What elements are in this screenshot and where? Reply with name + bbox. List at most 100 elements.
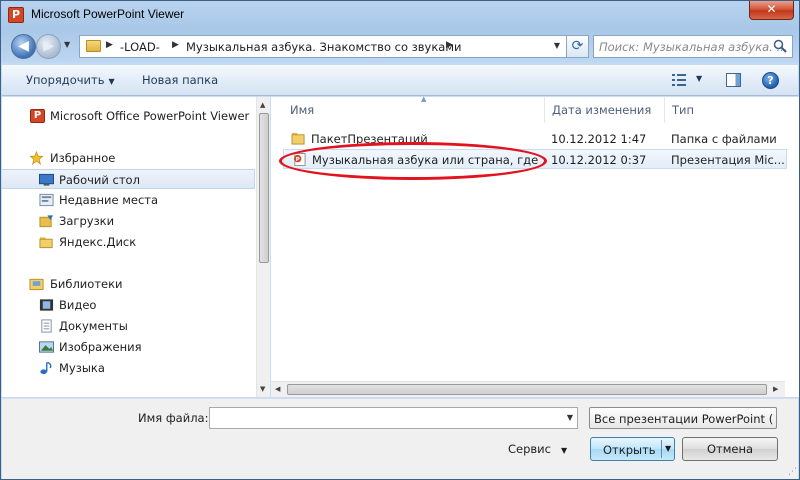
filename-label: Имя файла: [138, 411, 209, 425]
breadcrumb-current-folder[interactable]: Музыкальная азбука. Знакомство со звукам… [186, 40, 462, 54]
scrollbar-thumb[interactable] [259, 113, 269, 263]
file-date: 10.12.2012 1:47 [551, 132, 647, 146]
split-divider [661, 440, 662, 458]
downloads-icon [39, 215, 54, 228]
nav-item-label: Изображения [59, 340, 142, 354]
nav-item-label: Документы [59, 319, 128, 333]
column-header-date[interactable]: Дата изменения [545, 97, 665, 123]
file-row[interactable]: ПакетПрезентаций 10.12.2012 1:47 Папка с… [283, 129, 787, 149]
address-bar[interactable]: ▶ -LOAD- ▶ Музыкальная азбука. Знакомств… [79, 35, 567, 58]
change-view-icon[interactable] [672, 74, 686, 86]
organize-label: Упорядочить [26, 73, 105, 87]
file-type: Презентация Mic... [671, 153, 785, 167]
nav-item-recent-places[interactable]: Недавние места [2, 190, 255, 210]
music-icon [40, 361, 52, 375]
folder-icon [86, 40, 101, 52]
star-icon [29, 151, 44, 165]
chevron-down-icon: ▼ [560, 446, 568, 455]
open-label: Открыть [603, 443, 656, 457]
libraries-icon [29, 278, 44, 291]
breadcrumb-separator-icon[interactable]: ▶ [172, 40, 179, 50]
title-bar[interactable]: P Microsoft PowerPoint Viewer ✕ [1, 1, 799, 29]
close-button[interactable]: ✕ [749, 1, 794, 20]
nav-item-yandex-disk[interactable]: Яндекс.Диск [2, 232, 255, 252]
search-input[interactable]: Поиск: Музыкальная азбука. ... [593, 35, 793, 58]
file-type-value: Все презентации PowerPoint ( [594, 412, 774, 426]
nav-item-label: Музыка [59, 361, 105, 375]
nav-item-downloads[interactable]: Загрузки [2, 211, 255, 231]
presentation-file-icon: P [293, 153, 306, 166]
preview-pane-icon[interactable] [726, 73, 741, 87]
svg-text:P: P [296, 157, 300, 163]
nav-item-label: Загрузки [59, 214, 115, 228]
file-list-horizontal-scrollbar[interactable]: ◀ ▶ [271, 381, 785, 397]
open-file-dialog: P Microsoft PowerPoint Viewer ✕ ◀ ▶ ▼ ▶ … [0, 0, 800, 480]
file-list-pane: ▲ Имя Дата изменения Тип ПакетПрезентаци… [271, 95, 799, 397]
scroll-down-icon[interactable]: ▼ [260, 385, 265, 393]
nav-item-label: Microsoft Office PowerPoint Viewer [50, 109, 250, 123]
forward-button[interactable]: ▶ [36, 34, 61, 59]
nav-item-favorites[interactable]: Избранное [2, 148, 255, 168]
dialog-footer: Имя файла: ▼ Все презентации PowerPoint … [2, 398, 798, 479]
nav-item-label: Избранное [50, 151, 116, 165]
address-history-dropdown-icon[interactable]: ▼ [554, 41, 560, 50]
breadcrumb-load[interactable]: -LOAD- [120, 40, 160, 54]
nav-item-desktop[interactable]: Рабочий стол [2, 169, 255, 189]
file-row-selected[interactable]: P Музыкальная азбука или страна, где ж..… [283, 149, 787, 169]
file-name: ПакетПрезентаций [311, 132, 428, 146]
organize-menu-button[interactable]: Упорядочить ▼ [26, 73, 115, 87]
cancel-button[interactable]: Отмена [682, 437, 778, 461]
open-button[interactable]: Открыть ▼ [590, 437, 675, 461]
scroll-up-icon[interactable]: ▲ [260, 101, 265, 109]
scrollbar-thumb[interactable] [287, 384, 767, 395]
back-button[interactable]: ◀ [11, 34, 36, 59]
file-type-select[interactable]: Все презентации PowerPoint ( [589, 407, 777, 429]
nav-item-label: Недавние места [59, 193, 159, 207]
nav-item-music[interactable]: Музыка [2, 358, 255, 378]
refresh-button[interactable]: ⟳ [567, 35, 589, 58]
column-header-label: Дата изменения [552, 103, 652, 117]
recent-pages-dropdown-icon[interactable]: ▼ [64, 40, 70, 49]
sort-ascending-icon: ▲ [421, 95, 427, 103]
nav-item-label: Видео [59, 298, 97, 312]
column-header-name[interactable]: ▲ Имя [283, 95, 545, 123]
search-icon[interactable] [773, 39, 787, 53]
nav-item-pictures[interactable]: Изображения [2, 337, 255, 357]
new-folder-button[interactable]: Новая папка [142, 73, 218, 87]
chevron-down-icon: ▼ [108, 77, 115, 86]
column-header-label: Тип [672, 103, 695, 117]
breadcrumb-separator-icon[interactable]: ▶ [106, 40, 113, 50]
help-icon[interactable]: ? [762, 72, 779, 89]
resize-grip-icon[interactable]: ⋰ [788, 467, 797, 477]
tools-label: Сервис [508, 442, 551, 456]
column-header-label: Имя [290, 103, 315, 117]
nav-item-label: Яндекс.Диск [59, 235, 137, 249]
address-row: ◀ ▶ ▼ ▶ -LOAD- ▶ Музыкальная азбука. Зна… [9, 33, 793, 60]
tools-menu-button[interactable]: Сервис ▼ [508, 442, 567, 456]
nav-pane-scrollbar[interactable]: ▲ ▼ [256, 97, 270, 397]
nav-item-label: Рабочий стол [59, 173, 140, 187]
nav-item-libraries[interactable]: Библиотеки [2, 274, 255, 294]
chevron-down-icon[interactable]: ▼ [665, 444, 671, 453]
folder-icon [291, 132, 305, 145]
desktop-icon [39, 173, 54, 186]
nav-item-powerpoint-viewer[interactable]: P Microsoft Office PowerPoint Viewer [2, 106, 255, 126]
video-icon [39, 299, 54, 311]
nav-item-label: Библиотеки [50, 277, 123, 291]
file-name: Музыкальная азбука или страна, где ж... [312, 153, 544, 167]
documents-icon [41, 319, 52, 333]
navigation-pane: P Microsoft Office PowerPoint Viewer Изб… [2, 97, 270, 397]
chevron-down-icon[interactable]: ▼ [567, 413, 573, 422]
column-header-type[interactable]: Тип [665, 97, 787, 123]
command-toolbar: Упорядочить ▼ Новая папка ▼ ? [2, 65, 798, 96]
folder-icon [39, 237, 53, 249]
scroll-right-icon[interactable]: ▶ [773, 385, 778, 393]
recent-places-icon [39, 193, 54, 207]
breadcrumb-separator-icon[interactable]: ▶ [446, 40, 453, 50]
scroll-left-icon[interactable]: ◀ [275, 385, 280, 393]
nav-item-documents[interactable]: Документы [2, 316, 255, 336]
nav-item-video[interactable]: Видео [2, 295, 255, 315]
view-options-dropdown-icon[interactable]: ▼ [696, 74, 702, 83]
window-title: Microsoft PowerPoint Viewer [31, 7, 185, 21]
filename-input[interactable]: ▼ [209, 407, 578, 429]
